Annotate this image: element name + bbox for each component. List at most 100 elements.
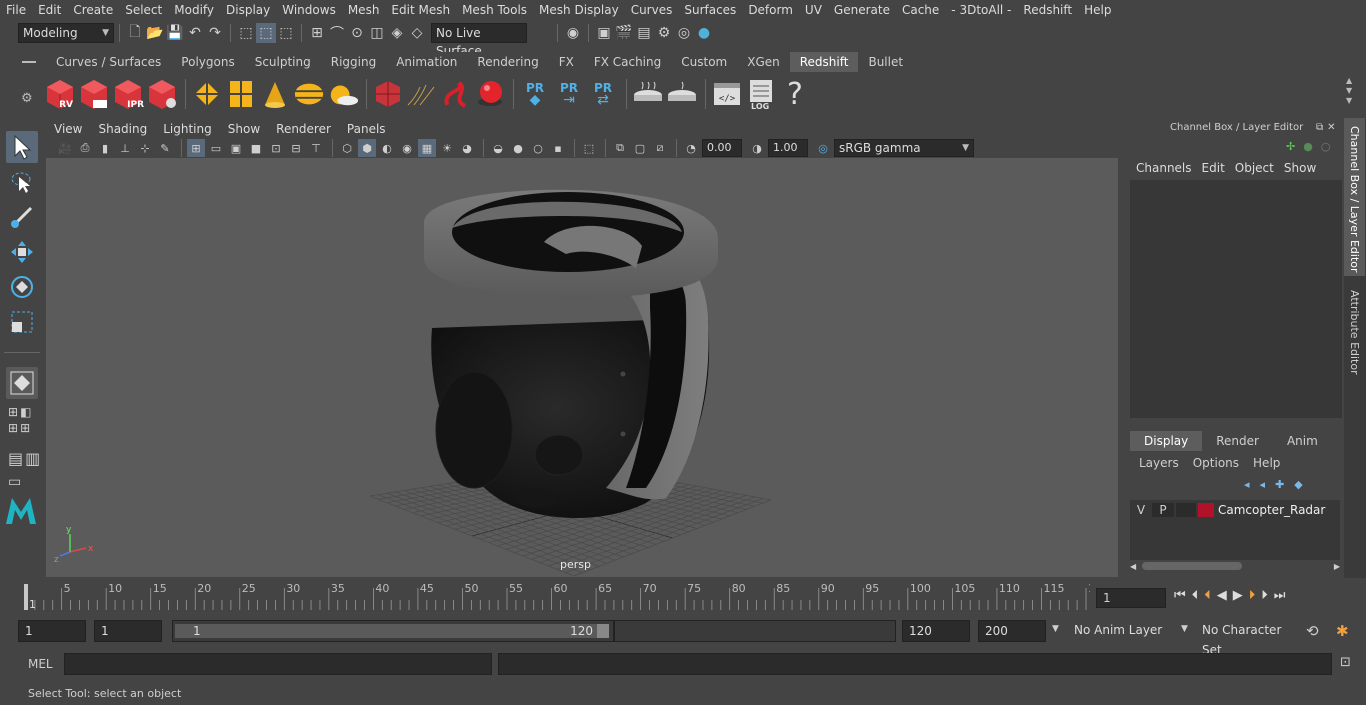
menu-cache[interactable]: Cache bbox=[896, 0, 945, 20]
manipulator-icon[interactable]: ✢ bbox=[1286, 140, 1295, 153]
anim-layer-dropdown[interactable]: No Anim Layer bbox=[1068, 620, 1180, 642]
redshift-ipr-button[interactable]: IPR bbox=[112, 76, 144, 112]
bake-set-button[interactable] bbox=[632, 76, 664, 112]
smooth-shade-icon[interactable]: ⬢ bbox=[358, 139, 376, 157]
history-icon[interactable]: ◉ bbox=[563, 23, 583, 43]
safe-action-icon[interactable]: ⊟ bbox=[287, 139, 305, 157]
exposure-field[interactable]: 0.00 bbox=[702, 139, 742, 157]
textured-icon[interactable]: ◉ bbox=[398, 139, 416, 157]
xray-active-icon[interactable]: ▢ bbox=[631, 139, 649, 157]
redshift-light-button[interactable] bbox=[259, 76, 291, 112]
viewport-menu-show[interactable]: Show bbox=[220, 120, 268, 138]
graph-layout-icon[interactable]: ▥ bbox=[25, 449, 40, 468]
menu-deform[interactable]: Deform bbox=[742, 0, 799, 20]
move-layer-down-icon[interactable]: ◂ bbox=[1260, 478, 1266, 491]
shelf-tab-sculpting[interactable]: Sculpting bbox=[244, 52, 321, 72]
redshift-hair-button[interactable] bbox=[406, 76, 438, 112]
script-language-label[interactable]: MEL bbox=[28, 657, 53, 671]
tab-icon[interactable]: ○ bbox=[1321, 140, 1331, 153]
menu-generate[interactable]: Generate bbox=[828, 0, 896, 20]
current-time-marker[interactable] bbox=[24, 584, 28, 610]
shelf-scroll[interactable]: ▲ ▼ ▼ bbox=[1346, 76, 1352, 106]
field-chart-icon[interactable]: ⊡ bbox=[267, 139, 285, 157]
snap-grid-icon[interactable]: ⊞ bbox=[307, 23, 327, 43]
layer-tab-render[interactable]: Render bbox=[1202, 431, 1273, 451]
safe-title-icon[interactable]: ⊤ bbox=[307, 139, 325, 157]
menu-redshift[interactable]: Redshift bbox=[1017, 0, 1078, 20]
ipr-render-icon[interactable]: ▤ bbox=[634, 23, 654, 43]
bookmark-icon[interactable]: ▮ bbox=[96, 139, 114, 157]
range-end-handle[interactable] bbox=[597, 624, 609, 638]
step-back-key-icon[interactable]: ⏴ bbox=[1204, 588, 1211, 603]
animation-preferences-icon[interactable]: ✱ bbox=[1336, 622, 1349, 640]
wireframe-icon[interactable]: ⬡ bbox=[338, 139, 356, 157]
gamma-field[interactable]: 1.00 bbox=[768, 139, 808, 157]
layer-visibility-toggle[interactable]: V bbox=[1130, 503, 1152, 517]
viewport-persp[interactable]: x y z persp bbox=[46, 158, 1118, 577]
hypershade-icon[interactable]: ◎ bbox=[674, 23, 694, 43]
channel-box-menu-edit[interactable]: Edit bbox=[1202, 161, 1235, 175]
resolution-gate-icon[interactable]: ▣ bbox=[227, 139, 245, 157]
scroll-left-icon[interactable]: ◀ bbox=[1130, 562, 1136, 571]
rotate-tool-button[interactable] bbox=[6, 271, 38, 303]
menu-uv[interactable]: UV bbox=[799, 0, 828, 20]
snap-surface-icon[interactable]: ◈ bbox=[387, 23, 407, 43]
channel-box-menu-object[interactable]: Object bbox=[1235, 161, 1284, 175]
redshift-sun-button[interactable] bbox=[327, 76, 359, 112]
step-forward-key-icon[interactable]: ⏵ bbox=[1249, 588, 1256, 603]
pr-export-button[interactable]: PR ⇥ bbox=[553, 76, 585, 112]
shelf-tab-fx[interactable]: FX bbox=[548, 52, 584, 72]
shelf-menu-icon[interactable] bbox=[22, 61, 36, 63]
step-back-frame-icon[interactable]: ⏴ bbox=[1192, 588, 1199, 603]
redshift-render-icon[interactable]: ● bbox=[694, 23, 714, 43]
side-tab-attribute-editor[interactable]: Attribute Editor bbox=[1344, 282, 1365, 383]
snap-curve-icon[interactable]: ⌒ bbox=[327, 23, 347, 43]
lasso-tool-button[interactable] bbox=[6, 166, 38, 198]
redshift-render-view-button[interactable]: RV bbox=[44, 76, 76, 112]
viewport-menu-shading[interactable]: Shading bbox=[90, 120, 155, 138]
snap-view-icon[interactable]: ◫ bbox=[367, 23, 387, 43]
range-slider[interactable]: 1 120 bbox=[172, 620, 614, 642]
2d-pan-icon[interactable]: ⊹ bbox=[136, 139, 154, 157]
live-surface-field[interactable]: No Live Surface bbox=[431, 23, 527, 58]
menu-modify[interactable]: Modify bbox=[168, 0, 220, 20]
persp-layout-icon[interactable]: ◧ bbox=[20, 405, 31, 419]
pr-proxy-button[interactable]: PR ◆ bbox=[519, 76, 551, 112]
shelf-tab-bullet[interactable]: Bullet bbox=[858, 52, 914, 72]
float-icon[interactable]: ⧉ bbox=[1316, 122, 1323, 133]
paint-select-tool-button[interactable] bbox=[6, 201, 38, 233]
menu-file[interactable]: File bbox=[0, 0, 32, 20]
channel-box-menu-show[interactable]: Show bbox=[1284, 161, 1326, 175]
redshift-sphere-button[interactable] bbox=[474, 76, 506, 112]
side-tab-channel-box[interactable]: Channel Box / Layer Editor bbox=[1344, 118, 1365, 276]
use-all-lights-icon[interactable]: ▦ bbox=[418, 139, 436, 157]
grease-pencil-icon[interactable]: ✎ bbox=[156, 139, 174, 157]
redshift-proxy-button[interactable] bbox=[191, 76, 223, 112]
move-tool-button[interactable] bbox=[6, 236, 38, 268]
menu-select[interactable]: Select bbox=[119, 0, 168, 20]
hypershade-layout-icon[interactable]: ▭ bbox=[8, 474, 21, 490]
menu-mesh[interactable]: Mesh bbox=[342, 0, 386, 20]
character-set-dropdown[interactable]: No Character Set bbox=[1196, 620, 1298, 657]
menu-edit-mesh[interactable]: Edit Mesh bbox=[385, 0, 456, 20]
shelf-tab-custom[interactable]: Custom bbox=[671, 52, 738, 72]
shelf-tab-animation[interactable]: Animation bbox=[386, 52, 468, 72]
shelf-tab-redshift[interactable]: Redshift bbox=[789, 52, 859, 72]
layer-menu-options[interactable]: Options bbox=[1193, 456, 1239, 470]
layer-playback-toggle[interactable]: P bbox=[1152, 503, 1174, 517]
select-hierarchy-icon[interactable]: ⬚ bbox=[236, 23, 256, 43]
menu-3dtoall[interactable]: - 3DtoAll - bbox=[945, 0, 1017, 20]
step-forward-frame-icon[interactable]: ⏵ bbox=[1261, 588, 1268, 603]
shadows-icon[interactable]: ☀ bbox=[438, 139, 456, 157]
ambient-occlusion-icon[interactable]: ◕ bbox=[458, 139, 476, 157]
redshift-curve-button[interactable] bbox=[440, 76, 472, 112]
layer-menu-help[interactable]: Help bbox=[1253, 456, 1280, 470]
chevron-down-icon[interactable]: ▼ bbox=[1181, 624, 1188, 634]
gear-icon[interactable]: ⚙ bbox=[18, 91, 42, 106]
shelf-tab-fx-caching[interactable]: FX Caching bbox=[583, 52, 672, 72]
select-object-icon[interactable]: ⬚ bbox=[256, 23, 276, 43]
command-input[interactable] bbox=[64, 653, 492, 675]
outliner-layout-icon[interactable]: ⊞ bbox=[20, 421, 30, 435]
motion-blur-icon[interactable]: ◒ bbox=[489, 139, 507, 157]
shelf-tab-rigging[interactable]: Rigging bbox=[320, 52, 387, 72]
